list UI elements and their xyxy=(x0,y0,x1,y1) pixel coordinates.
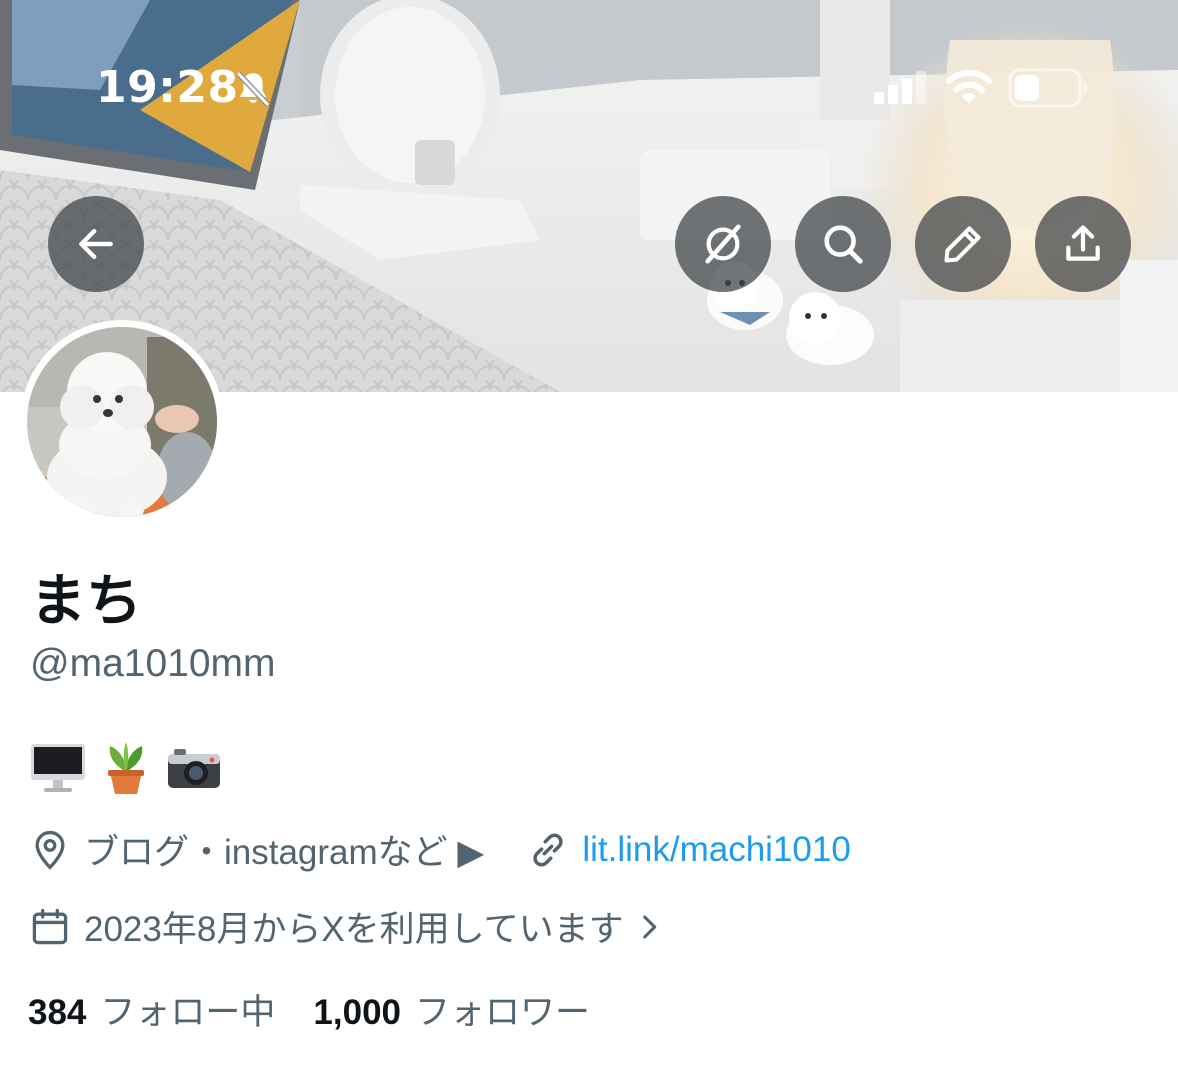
following-count: 384 xyxy=(28,993,87,1032)
grok-icon xyxy=(705,224,741,264)
joined-date-row[interactable]: 2023年8月からXを利用しています xyxy=(28,901,666,952)
wifi-icon xyxy=(946,70,992,104)
bio xyxy=(28,740,224,796)
potted-plant-icon xyxy=(108,742,144,794)
grok-button[interactable] xyxy=(675,196,771,292)
following-label: フォロー中 xyxy=(100,993,276,1032)
joined-date-text: 2023年8月からXを利用しています xyxy=(84,910,624,949)
calendar-icon xyxy=(32,908,68,944)
battery-icon xyxy=(1008,68,1087,108)
back-arrow-icon xyxy=(79,228,113,260)
share-button[interactable] xyxy=(1035,196,1131,292)
bell-slash-icon xyxy=(236,71,270,107)
followers-stat[interactable]: 1,000 フォロワー xyxy=(313,984,590,1035)
link-icon xyxy=(533,833,563,866)
following-stat[interactable]: 384 フォロー中 xyxy=(28,984,275,1035)
profile-banner xyxy=(0,0,1178,392)
search-button[interactable] xyxy=(795,196,891,292)
signal-icon xyxy=(874,71,926,104)
followers-label: フォロワー xyxy=(415,993,591,1032)
avatar[interactable] xyxy=(20,320,224,524)
followers-count: 1,000 xyxy=(313,993,402,1032)
user-handle: @ma1010mm xyxy=(30,642,276,685)
share-icon xyxy=(1066,225,1100,261)
desktop-computer-icon xyxy=(31,744,85,792)
back-button[interactable] xyxy=(48,196,144,292)
location-pin-icon xyxy=(35,830,65,870)
edit-pencil-icon xyxy=(944,226,981,263)
camera-icon xyxy=(168,749,220,788)
display-name: まち xyxy=(30,569,142,634)
banner-photo xyxy=(0,0,1178,392)
profile-meta-row: ブログ・instagramなど ▶︎ lit.link/machi1010 xyxy=(28,824,851,875)
avatar-photo xyxy=(27,327,217,517)
location-text: ブログ・instagramなど ▶︎ xyxy=(84,833,485,872)
follow-stats: 384 フォロー中 1,000 フォロワー xyxy=(28,984,590,1035)
search-icon xyxy=(824,225,863,264)
chevron-right-icon xyxy=(642,915,656,938)
profile-link[interactable]: lit.link/machi1010 xyxy=(582,830,850,870)
edit-button[interactable] xyxy=(915,196,1011,292)
status-time: 19:28 xyxy=(96,62,239,113)
